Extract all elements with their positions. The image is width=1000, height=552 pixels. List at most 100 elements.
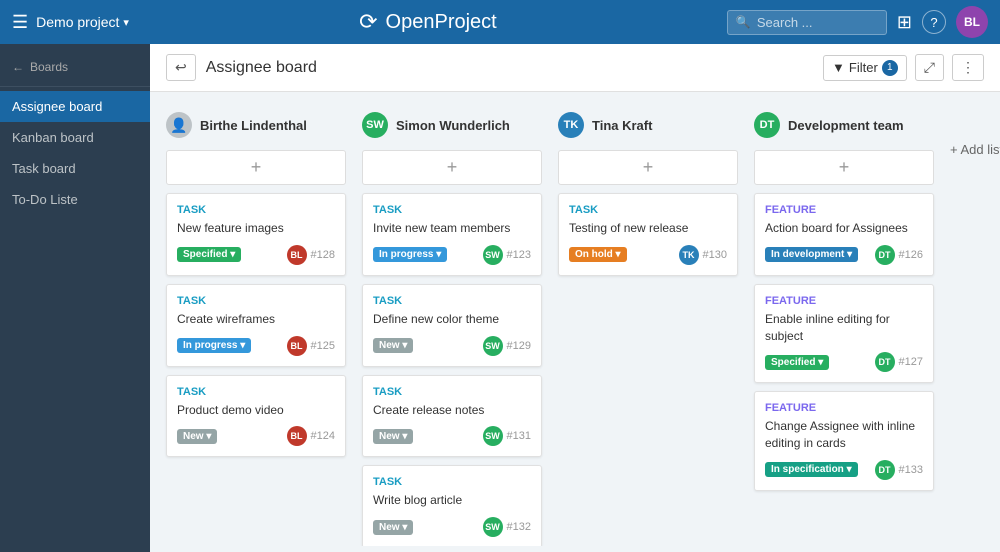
status-badge[interactable]: In development ▾ [765,247,858,262]
card-meta: TK #130 [679,245,727,265]
card-title: Define new color theme [373,311,531,328]
card-birthe-2[interactable]: TASKProduct demo videoNew ▾BL#124 [166,375,346,458]
help-icon[interactable]: ? [922,10,946,34]
card-tina-0[interactable]: TASK Testing of new release On hold ▾ TK #13… [558,193,738,276]
card-type-label: TASK [373,204,531,216]
add-card-button-tina[interactable]: + [558,150,738,185]
card-devteam-1[interactable]: FEATUREEnable inline editing for subject… [754,284,934,384]
card-avatar: SW [483,336,503,356]
column-header-devteam: DTDevelopment team [754,108,934,142]
expand-button[interactable]: ⤢ [915,54,944,81]
column-title-birthe: Birthe Lindenthal [200,118,307,133]
card-meta: BL #124 [287,426,335,446]
card-birthe-0[interactable]: TASKNew feature imagesSpecified ▾BL#128 [166,193,346,276]
card-avatar: DT [875,352,895,372]
status-badge[interactable]: In progress ▾ [373,247,447,262]
column-simon: SWSimon Wunderlich + TASK Invite new team m… [362,108,542,530]
card-type-label: TASK [569,204,727,216]
card-meta: SW #123 [483,245,531,265]
sidebar-item-todo-list[interactable]: To-Do Liste [0,184,150,215]
search-input[interactable] [757,15,877,30]
add-list-button[interactable]: + Add list [950,138,1000,161]
card-simon-2[interactable]: TASKCreate release notesNew ▾SW#131 [362,375,542,458]
card-number: #130 [703,249,727,261]
sidebar-item-label: Assignee board [12,99,102,114]
card-simon-3[interactable]: TASKWrite blog articleNew ▾SW#132 [362,465,542,546]
card-type-label: TASK [373,295,531,307]
status-badge[interactable]: Specified ▾ [177,247,241,262]
top-navigation: ☰ Demo project ▾ ⟳ OpenProject 🔍 ⊞ ? BL [0,0,1000,44]
card-meta: DT#127 [875,352,923,372]
sidebar-item-label: Kanban board [12,130,94,145]
card-number: #129 [507,340,531,352]
status-badge[interactable]: New ▾ [373,520,413,535]
card-number: #132 [507,521,531,533]
board-title: Assignee board [206,59,317,77]
sidebar: ← Boards Assignee board Kanban board Task … [0,44,150,552]
card-type-label: TASK [177,295,335,307]
card-type-label: FEATURE [765,204,923,216]
card-simon-0[interactable]: TASK Invite new team members In progress ▾… [362,193,542,276]
card-title: Invite new team members [373,220,531,237]
back-arrow-icon: ← [12,60,24,74]
card-title: Create release notes [373,402,531,419]
card-avatar: DT [875,460,895,480]
card-avatar: BL [287,426,307,446]
card-number: #123 [507,249,531,261]
board-back-button[interactable]: ↩ [166,54,196,81]
status-badge[interactable]: In specification ▾ [765,462,858,477]
sidebar-back-button[interactable]: ← Boards [0,52,150,82]
status-badge[interactable]: New ▾ [177,429,217,444]
column-header-simon: SWSimon Wunderlich [362,108,542,142]
card-meta: DT#126 [875,245,923,265]
sidebar-item-kanban-board[interactable]: Kanban board [0,122,150,153]
card-avatar: DT [875,245,895,265]
add-card-button-birthe[interactable]: + [166,150,346,185]
card-avatar: SW [483,245,503,265]
more-options-button[interactable]: ⋮ [952,54,984,81]
card-type-label: FEATURE [765,402,923,414]
card-title: Create wireframes [177,311,335,328]
add-card-button-devteam[interactable]: + [754,150,934,185]
card-meta: BL#125 [287,336,335,356]
sidebar-item-label: To-Do Liste [12,192,78,207]
status-badge[interactable]: On hold ▾ [569,247,627,262]
search-box[interactable]: 🔍 [727,10,887,35]
status-badge[interactable]: Specified ▾ [765,355,829,370]
card-avatar: BL [287,245,307,265]
card-title: Testing of new release [569,220,727,237]
status-badge[interactable]: New ▾ [373,429,413,444]
card-meta: SW#132 [483,517,531,537]
filter-icon: ▼ [832,60,845,75]
sidebar-item-task-board[interactable]: Task board [0,153,150,184]
status-badge[interactable]: New ▾ [373,338,413,353]
sidebar-item-assignee-board[interactable]: Assignee board [0,91,150,122]
add-card-button-simon[interactable]: + [362,150,542,185]
grid-icon[interactable]: ⊞ [897,12,912,33]
card-birthe-1[interactable]: TASK Create wireframes In progress ▾ BL#125 [166,284,346,367]
user-avatar[interactable]: BL [956,6,988,38]
column-birthe: 👤Birthe Lindenthal+TASKNew feature image… [166,108,346,530]
card-meta: SW#131 [483,426,531,446]
card-simon-1[interactable]: TASK Define new color theme New ▾ SW #129 [362,284,542,367]
card-devteam-0[interactable]: FEATUREAction board for AssigneesIn deve… [754,193,934,276]
card-title: Enable inline editing for subject [765,311,923,345]
project-name[interactable]: Demo project ▾ [36,14,129,30]
card-footer: New ▾ SW #129 [373,336,531,356]
card-meta: SW #129 [483,336,531,356]
filter-button[interactable]: ▼ Filter 1 [823,55,907,81]
card-footer: In development ▾ DT#126 [765,245,923,265]
card-avatar: TK [679,245,699,265]
app-logo-text: OpenProject [386,11,497,34]
card-devteam-2[interactable]: FEATUREChange Assignee with inline editi… [754,391,934,491]
status-badge[interactable]: In progress ▾ [177,338,251,353]
card-number: #124 [311,430,335,442]
hamburger-menu-icon[interactable]: ☰ [12,12,28,33]
card-meta: DT#133 [875,460,923,480]
card-meta: BL#128 [287,245,335,265]
sidebar-menu: Assignee board Kanban board Task board To-D… [0,91,150,215]
column-title-tina: Tina Kraft [592,118,652,133]
logo-icon: ⟳ [359,9,377,35]
card-type-label: TASK [177,204,335,216]
card-footer: In progress ▾ BL#125 [177,336,335,356]
